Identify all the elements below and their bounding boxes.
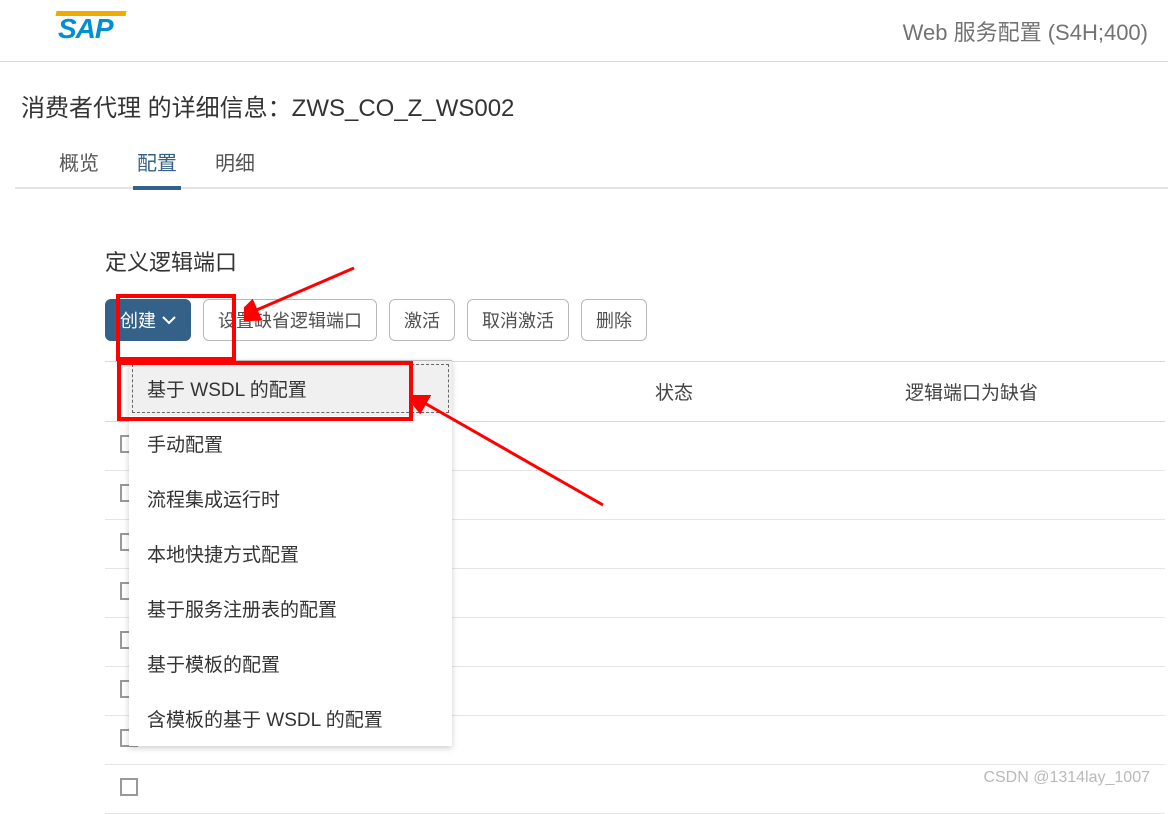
- watermark: CSDN @1314lay_1007: [983, 769, 1150, 787]
- row-checkbox[interactable]: [120, 778, 138, 796]
- create-menu-item-3[interactable]: 本地快捷方式配置: [129, 526, 452, 581]
- annotation-arrow-2: [413, 395, 613, 515]
- activate-button[interactable]: 激活: [389, 299, 455, 341]
- page-title: 消费者代理 的详细信息：ZWS_CO_Z_WS002: [15, 62, 1168, 147]
- annotation-box-menuitem: [117, 361, 413, 421]
- top-bar: SAP Web 服务配置 (S4H;400): [0, 0, 1168, 62]
- annotation-box-create: [116, 294, 236, 361]
- col-status: 状态: [643, 362, 893, 422]
- create-menu-item-6[interactable]: 含模板的基于 WSDL 的配置: [129, 691, 452, 746]
- create-menu-item-4[interactable]: 基于服务注册表的配置: [129, 581, 452, 636]
- tabstrip: 概览 配置 明细: [15, 147, 1168, 189]
- tab-details[interactable]: 明细: [215, 147, 255, 188]
- delete-button[interactable]: 删除: [581, 299, 647, 341]
- create-menu-item-5[interactable]: 基于模板的配置: [129, 636, 452, 691]
- create-menu-item-2[interactable]: 流程集成运行时: [129, 471, 452, 526]
- sap-logo: SAP: [58, 13, 113, 45]
- annotation-arrow-1: [244, 266, 364, 326]
- create-menu-item-1[interactable]: 手动配置: [129, 416, 452, 471]
- app-title: Web 服务配置 (S4H;400): [903, 15, 1148, 47]
- col-default: 逻辑端口为缺省: [893, 362, 1165, 422]
- deactivate-button[interactable]: 取消激活: [467, 299, 569, 341]
- tab-config[interactable]: 配置: [137, 147, 177, 188]
- tab-overview[interactable]: 概览: [59, 147, 99, 188]
